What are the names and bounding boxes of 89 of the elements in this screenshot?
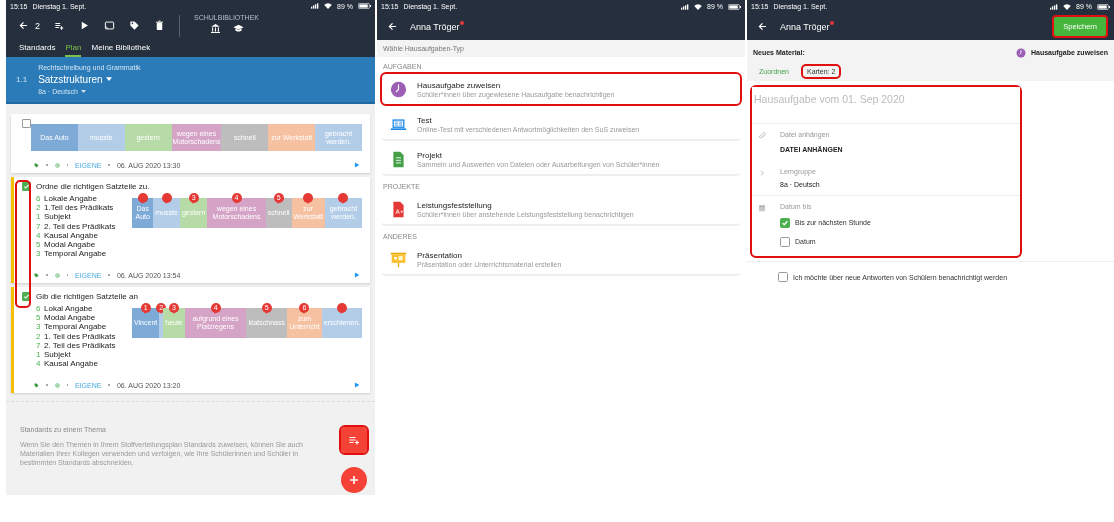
- item-number: 7: [36, 221, 42, 231]
- signal-icon: [681, 3, 690, 10]
- tab[interactable]: Meine Bibliothek: [91, 39, 151, 57]
- playlist-add-icon[interactable]: [54, 20, 65, 32]
- option-title: Test: [417, 115, 433, 125]
- item-number: 1: [36, 350, 42, 360]
- item-label: 1. Teil des Prädikats: [44, 331, 116, 341]
- battery-icon: [1097, 3, 1110, 10]
- card-title: Ordne die richtigen Satzteile zu.: [36, 182, 150, 191]
- item-number: 5: [36, 313, 42, 323]
- exercise-card[interactable]: [11, 177, 370, 283]
- item-label: Lokale Angabe: [44, 194, 97, 204]
- item-label: Temporal Angabe: [44, 322, 107, 332]
- checkbox[interactable]: [22, 292, 31, 301]
- option-title: Leistungsfeststellung: [417, 200, 493, 210]
- item-number: 3: [36, 322, 42, 332]
- item-label: 2. Teil des Prädikats: [44, 340, 116, 350]
- item-number: 6: [36, 304, 42, 314]
- item-label: Modal Angabe: [44, 240, 96, 250]
- clock-icon: [390, 80, 407, 98]
- checkbox[interactable]: [780, 217, 790, 228]
- chevron-right-icon: [758, 169, 766, 177]
- checkbox[interactable]: [778, 272, 788, 282]
- tag-icon: [34, 382, 39, 388]
- globe-icon: [54, 272, 60, 278]
- grade-document-icon: [390, 200, 407, 218]
- back-arrow-icon[interactable]: [18, 20, 29, 32]
- signal-icon: [1050, 3, 1059, 10]
- item-number: 2: [36, 331, 42, 341]
- item-label: Kausal Angabe: [44, 359, 98, 369]
- tag-icon[interactable]: [129, 20, 140, 32]
- bank-icon[interactable]: [209, 23, 221, 34]
- globe-icon: [54, 382, 60, 388]
- play-icon[interactable]: [79, 20, 90, 32]
- title-field[interactable]: Hausaufgabe vom 01. Sep 2020: [752, 87, 1020, 124]
- wifi-icon: [694, 3, 703, 10]
- back-arrow-icon[interactable]: [757, 21, 768, 32]
- item-label: Temporal Angabe: [44, 249, 107, 259]
- battery-icon: [358, 3, 371, 10]
- checkbox[interactable]: [780, 236, 790, 247]
- wifi-icon: [324, 3, 333, 10]
- item-number: 3: [36, 249, 42, 259]
- caret-icon: [105, 77, 112, 82]
- exercise-card[interactable]: [11, 287, 370, 393]
- user-name: Anna Tröger: [780, 21, 830, 32]
- wifi-icon: [1063, 3, 1072, 10]
- checkbox[interactable]: [22, 182, 31, 191]
- item-label: Lokal Angabe: [44, 304, 93, 314]
- user-name: Anna Tröger: [410, 21, 460, 32]
- topic-number: 1.1: [16, 74, 28, 84]
- paperclip-icon: [758, 132, 766, 140]
- option-title: Projekt: [417, 150, 443, 160]
- item-label: Subjekt: [44, 350, 71, 360]
- tag-icon: [34, 162, 39, 168]
- item-number: 6: [36, 194, 42, 204]
- document-icon: [390, 150, 407, 168]
- tag-icon: [34, 272, 39, 278]
- item-number: 2: [36, 203, 42, 213]
- signal-icon: [311, 3, 320, 10]
- item-number: 4: [36, 359, 42, 369]
- plus-icon: [348, 474, 360, 486]
- option-title: Hausaufgabe zuweisen: [417, 80, 502, 90]
- playlist-add-icon: [348, 434, 360, 446]
- selection-count: 2: [35, 21, 40, 31]
- item-label: 2. Teil des Prädikats: [44, 221, 116, 231]
- graduation-cap-icon[interactable]: [232, 23, 244, 34]
- tab[interactable]: Standards: [19, 39, 56, 57]
- checkbox[interactable]: [22, 119, 31, 128]
- trash-icon[interactable]: [154, 20, 165, 32]
- option-title: Präsentation: [417, 250, 463, 260]
- item-number: 5: [36, 240, 42, 250]
- card-title: Gib die richtigen Satzteile an: [36, 292, 138, 301]
- topic-dropdown[interactable]: Satzstrukturen: [38, 73, 141, 85]
- presentation-board-icon: [390, 250, 407, 268]
- add-standard-button[interactable]: [339, 425, 369, 455]
- item-number: 4: [36, 230, 42, 240]
- item-label: Subjekt: [44, 212, 71, 222]
- item-label: Modal Angabe: [44, 313, 96, 323]
- clock-icon: [1015, 47, 1026, 58]
- item-number: 1: [36, 212, 42, 222]
- item-label: Kausal Angabe: [44, 230, 98, 240]
- item-number: 7: [36, 340, 42, 350]
- battery-icon: [728, 3, 741, 10]
- back-arrow-icon[interactable]: [387, 21, 398, 32]
- item-label: 1.Teil des Prädikats: [44, 203, 114, 213]
- globe-icon: [54, 162, 60, 168]
- caret-icon: [80, 89, 86, 93]
- cast-icon[interactable]: [104, 20, 115, 32]
- calendar-icon: [758, 204, 766, 212]
